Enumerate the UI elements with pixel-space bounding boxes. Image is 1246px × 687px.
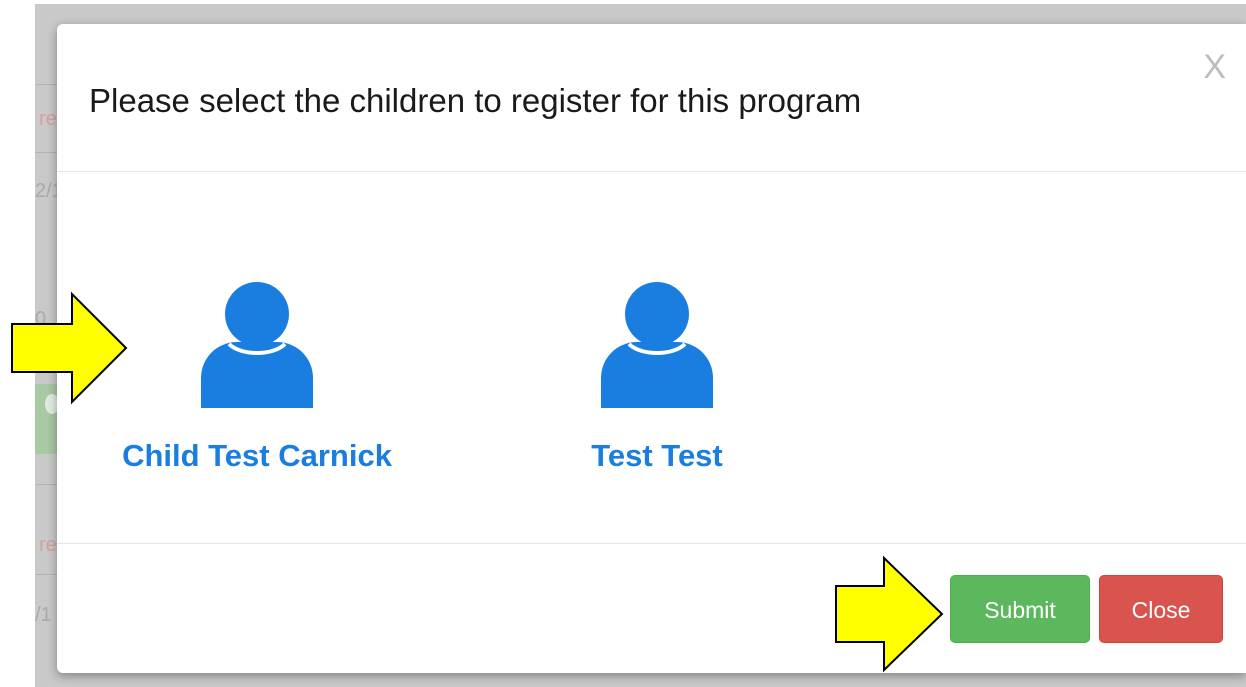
child-name-label: Child Test Carnick <box>122 438 392 473</box>
child-option-child-test-carnick[interactable]: Child Test Carnick <box>97 282 417 474</box>
child-option-test-test[interactable]: Test Test <box>507 282 807 474</box>
user-icon <box>601 282 713 408</box>
modal-footer: Submit Close <box>57 544 1246 673</box>
screenshot-stage: re 2/1 0 re /1 Please select the childre… <box>0 0 1246 687</box>
modal-header: Please select the children to register f… <box>57 24 1246 172</box>
annotation-arrow-right-icon <box>835 555 944 673</box>
modal-close-x-button[interactable]: X <box>1203 50 1226 84</box>
background-text-fragment: /1 <box>35 604 52 626</box>
user-icon <box>201 282 313 408</box>
background-text-fragment: re <box>39 108 57 130</box>
annotation-arrow-right-icon <box>11 291 128 405</box>
modal-body: Child Test Carnick Test Test <box>57 172 1246 544</box>
modal-title: Please select the children to register f… <box>89 82 862 119</box>
child-selection-modal: Please select the children to register f… <box>57 24 1246 673</box>
child-name-label: Test Test <box>591 438 723 473</box>
background-text-fragment: re <box>39 534 57 556</box>
submit-button[interactable]: Submit <box>950 575 1090 643</box>
close-button[interactable]: Close <box>1099 575 1223 643</box>
